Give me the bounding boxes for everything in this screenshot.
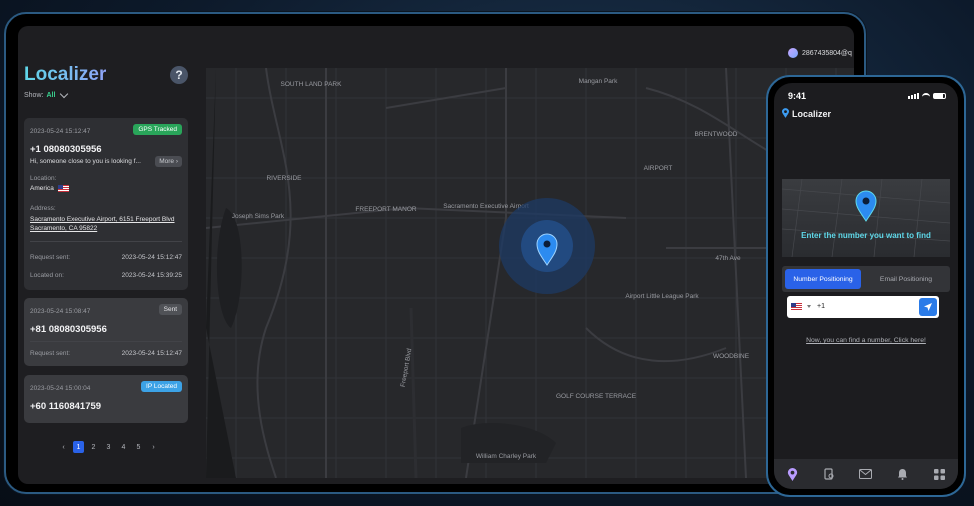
bell-icon[interactable]: [896, 467, 910, 481]
map-label-freeport-manor: FREEPORT MANOR: [355, 206, 416, 213]
divider: [30, 241, 182, 242]
status-time: 9:41: [788, 91, 807, 101]
map-canvas: SOUTH LAND PARK RIVERSIDE Joseph Sims Pa…: [206, 68, 854, 478]
map-label-riverside: RIVERSIDE: [266, 175, 302, 182]
grid-icon[interactable]: [933, 467, 947, 481]
phone-search-icon[interactable]: [822, 467, 836, 481]
page-2-button[interactable]: 2: [88, 441, 99, 453]
more-button-label: More: [159, 158, 175, 165]
location-value: America: [30, 185, 69, 192]
map-label-mangan-park: Mangan Park: [579, 78, 618, 85]
tablet-device: Localizer ? Show: All 2023-05-24 15:12:4…: [4, 12, 866, 494]
send-arrow-icon: [924, 303, 932, 311]
tablet-screen: Localizer ? Show: All 2023-05-24 15:12:4…: [18, 26, 854, 484]
location-marker[interactable]: [499, 198, 595, 294]
address-label: Address:: [30, 205, 56, 212]
card-message: Hi, someone close to you is looking f...: [30, 158, 141, 165]
map-label-airport: AIRPORT: [644, 165, 673, 172]
hero-title: Enter the number you want to find: [801, 231, 931, 240]
request-sent-value: 2023-05-24 15:12:47: [121, 350, 182, 357]
pagination: ‹ 1 2 3 4 5 ›: [58, 441, 159, 453]
card-phone-number: +60 1160841759: [30, 401, 102, 412]
phone-device: 9:41 Localizer Enter the number you want…: [766, 75, 966, 497]
us-flag-icon: [57, 185, 69, 192]
located-on-label: Located on:: [30, 272, 64, 279]
signal-icon: [908, 93, 919, 99]
page-3-button[interactable]: 3: [103, 441, 114, 453]
page-5-button[interactable]: 5: [133, 441, 144, 453]
map-label-woodbine: WOODBINE: [713, 353, 750, 360]
map-view[interactable]: SOUTH LAND PARK RIVERSIDE Joseph Sims Pa…: [206, 68, 854, 478]
us-flag-icon: [791, 303, 802, 310]
map-label-executive-airport: Sacramento Executive Airport: [443, 203, 529, 210]
mail-icon[interactable]: [859, 467, 873, 481]
status-badge-ip: IP Located: [141, 381, 182, 392]
map-label-joseph-sims-park: Joseph Sims Park: [232, 213, 285, 220]
location-country: America: [30, 185, 54, 193]
divider: [30, 341, 182, 342]
show-filter[interactable]: Show: All: [24, 89, 69, 99]
user-account-label: 2867435804@q: [802, 49, 852, 57]
prev-page-button[interactable]: ‹: [58, 441, 69, 453]
show-filter-value: All: [46, 92, 56, 99]
location-label: Location:: [30, 175, 57, 182]
request-card-1[interactable]: 2023-05-24 15:12:47 GPS Tracked +1 08080…: [24, 118, 188, 290]
card-date: 2023-05-24 15:00:04: [30, 385, 91, 392]
tab-number-positioning[interactable]: Number Positioning: [785, 269, 861, 289]
map-label-airport-little-league: Airport Little League Park: [625, 293, 699, 300]
map-label-brentwood: BRENTWOOD: [695, 131, 738, 138]
phone-screen: 9:41 Localizer Enter the number you want…: [774, 83, 958, 489]
request-sent-value: 2023-05-24 15:12:47: [121, 254, 182, 261]
page-4-button[interactable]: 4: [118, 441, 129, 453]
help-button[interactable]: ?: [170, 66, 188, 84]
map-label-47th-ave: 47th Ave: [715, 255, 741, 262]
next-page-button[interactable]: ›: [148, 441, 159, 453]
country-dropdown-icon[interactable]: [807, 305, 811, 308]
positioning-tabs: Number Positioning Email Positioning: [782, 266, 950, 292]
map-label-william-charley-park: William Charley Park: [476, 453, 537, 460]
phone-number-input[interactable]: +1: [787, 296, 939, 318]
phone-app-name: Localizer: [792, 109, 832, 119]
logo-pin-icon: [782, 108, 789, 118]
request-card-3[interactable]: 2023-05-24 15:00:04 IP Located +60 11608…: [24, 375, 188, 423]
card-phone-number: +81 08080305956: [30, 324, 107, 335]
request-sent-label: Request sent:: [30, 254, 71, 261]
chevron-down-icon: [60, 89, 69, 99]
tab-email-positioning[interactable]: Email Positioning: [865, 269, 947, 289]
request-card-2[interactable]: 2023-05-24 15:08:47 Sent +81 08080305956…: [24, 298, 188, 366]
app-logo: Localizer: [24, 64, 107, 85]
page-1-button[interactable]: 1: [73, 441, 84, 453]
map-label-golf-course-terrace: GOLF COURSE TERRACE: [556, 393, 637, 400]
locate-button[interactable]: [919, 298, 937, 316]
card-phone-number: +1 08080305956: [30, 144, 102, 155]
wifi-icon: [922, 93, 930, 99]
user-account[interactable]: 2867435804@q: [788, 48, 852, 58]
status-badge-sent: Sent: [158, 304, 182, 315]
country-code: +1: [817, 303, 825, 310]
hero-banner: Enter the number you want to find: [781, 178, 951, 258]
battery-icon: [933, 93, 946, 99]
status-icons: [908, 93, 946, 99]
request-sent-label: Request sent:: [30, 350, 71, 357]
address-line-2[interactable]: Sacramento, CA 95822: [30, 224, 97, 233]
find-number-link[interactable]: Now, you can find a number, Click here!: [774, 337, 958, 344]
bottom-nav: [774, 459, 958, 489]
status-badge-gps: GPS Tracked: [133, 124, 182, 135]
located-on-value: 2023-05-24 15:39:25: [121, 272, 182, 279]
hero-map-texture: [781, 178, 951, 258]
card-date: 2023-05-24 15:08:47: [30, 308, 91, 315]
location-icon[interactable]: [785, 467, 799, 481]
show-filter-label: Show:: [24, 92, 44, 99]
card-date: 2023-05-24 15:12:47: [30, 128, 91, 135]
map-label-south-land-park: SOUTH LAND PARK: [281, 81, 343, 88]
more-button[interactable]: More ›: [155, 156, 182, 167]
avatar: [788, 48, 798, 58]
address-line-1[interactable]: Sacramento Executive Airport, 6151 Freep…: [30, 215, 175, 224]
